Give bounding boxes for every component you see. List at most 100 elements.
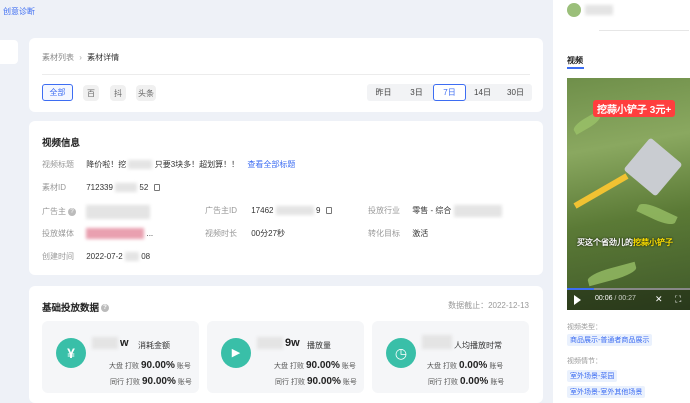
metric-market-row: 大盘 打败 0.00% 账号 bbox=[427, 360, 504, 371]
breadcrumb-parent[interactable]: 素材列表 bbox=[42, 53, 74, 62]
baidu-platform-icon[interactable]: 百 bbox=[83, 85, 99, 101]
material-id-row: 素材ID 712339 52 bbox=[42, 182, 160, 193]
view-all-titles-link[interactable]: 查看全部标题 bbox=[247, 160, 295, 169]
target-label: 转化目标 bbox=[368, 229, 400, 238]
industry-label: 投放行业 bbox=[368, 206, 400, 216]
tab-video[interactable]: 视频 bbox=[567, 55, 583, 66]
advertiser-label: 广告主? bbox=[42, 206, 84, 217]
video-title-label: 视频标题 bbox=[42, 160, 74, 169]
metric-label: 播放量 bbox=[307, 341, 331, 350]
leaf-decoration bbox=[586, 261, 638, 287]
redacted-block bbox=[275, 206, 314, 216]
created-value-b: 08 bbox=[141, 252, 151, 261]
redacted-username bbox=[585, 5, 613, 15]
creative-diagnosis-link[interactable]: 创意诊断 bbox=[3, 6, 35, 17]
metric-peer-row: 同行 打败 90.00% 账号 bbox=[275, 376, 357, 387]
metric-label: 人均播放时常 bbox=[454, 341, 502, 350]
redacted-block bbox=[453, 205, 502, 217]
copy-icon[interactable] bbox=[325, 207, 332, 215]
date-range-selector: 昨日 3日 7日 14日 30日 bbox=[367, 84, 532, 101]
advertiser-row: 广告主? bbox=[42, 205, 151, 219]
metric-plays: ▶ 9w 播放量 大盘 打败 90.00% 账号 同行 打败 90.00% 账号 bbox=[207, 321, 364, 393]
video-info-title: 视频信息 bbox=[42, 138, 81, 149]
copy-icon[interactable] bbox=[153, 184, 160, 192]
breadcrumb: 素材列表 › 素材详情 bbox=[42, 52, 119, 63]
metric-peer-row: 同行 打败 0.00% 账号 bbox=[428, 376, 505, 387]
video-progress-fill bbox=[567, 288, 595, 290]
left-collapsed-panel bbox=[0, 40, 18, 64]
metric-value: 9w bbox=[285, 337, 300, 349]
leaf-decoration bbox=[636, 200, 678, 228]
platform-filter-all[interactable]: 全部 bbox=[42, 84, 73, 101]
video-preview-panel: 视频 挖蒜小铲子 3元+ 买这个省劲儿的挖蒜小铲子 00:06 / 00:27 … bbox=[553, 0, 690, 403]
industry-value: 零售 - 综合 bbox=[412, 206, 452, 216]
volume-icon[interactable]: ✕ bbox=[655, 294, 663, 305]
media-label: 投放媒体 bbox=[42, 229, 74, 238]
video-progress-bar[interactable] bbox=[567, 288, 690, 290]
duration-label: 视频时长 bbox=[205, 229, 237, 238]
material-id-value-a: 712339 bbox=[86, 183, 113, 192]
created-label: 创建时间 bbox=[42, 252, 74, 261]
video-title-value-a: 降价啦！挖 bbox=[86, 160, 127, 169]
metric-peer-row: 同行 打败 90.00% 账号 bbox=[110, 376, 192, 387]
breadcrumb-current: 素材详情 bbox=[87, 53, 120, 62]
video-subtitle: 买这个省劲儿的挖蒜小铲子 bbox=[577, 238, 673, 247]
material-id-label: 素材ID bbox=[42, 183, 66, 192]
metric-label: 消耗金额 bbox=[138, 341, 170, 350]
advertiser-id-value-b: 9 bbox=[315, 206, 321, 215]
range-7d[interactable]: 7日 bbox=[433, 84, 466, 101]
media-row: 投放媒体 ... bbox=[42, 228, 153, 240]
range-30d[interactable]: 30日 bbox=[499, 84, 532, 101]
redacted-block bbox=[257, 337, 283, 349]
toutiao-platform-icon[interactable]: 头条 bbox=[136, 85, 156, 101]
douyin-platform-icon[interactable]: 抖 bbox=[110, 85, 126, 101]
video-time: 00:06 / 00:27 bbox=[595, 295, 636, 302]
video-plot-tag[interactable]: 室外场景-室外其他场景 bbox=[567, 386, 646, 398]
redacted-block bbox=[128, 160, 153, 170]
help-icon[interactable]: ? bbox=[68, 208, 76, 216]
play-icon[interactable] bbox=[574, 295, 581, 305]
data-deadline: 数据截止：2022-12-13 bbox=[448, 301, 529, 310]
metric-value: w bbox=[120, 337, 129, 349]
video-overlay-title: 挖蒜小铲子 3元+ bbox=[593, 100, 676, 117]
fullscreen-icon[interactable]: ⛶ bbox=[675, 294, 681, 305]
metric-market-row: 大盘 打败 90.00% 账号 bbox=[274, 360, 356, 371]
metric-market-row: 大盘 打败 90.00% 账号 bbox=[109, 360, 191, 371]
redacted-block bbox=[124, 252, 139, 262]
breadcrumb-separator: › bbox=[79, 53, 82, 62]
video-type-label: 视频类型： bbox=[567, 324, 602, 331]
range-yesterday[interactable]: 昨日 bbox=[367, 84, 400, 101]
range-3d[interactable]: 3日 bbox=[400, 84, 433, 101]
media-more[interactable]: ... bbox=[146, 229, 153, 238]
video-title-value-b: 只要3块多！超划算！！ bbox=[154, 160, 240, 169]
avatar[interactable] bbox=[567, 3, 581, 17]
target-row: 转化目标 激活 bbox=[368, 228, 428, 239]
redacted-block bbox=[86, 205, 151, 219]
metric-cost: ¥ w 消耗金额 大盘 打败 90.00% 账号 同行 打败 90.00% 账号 bbox=[42, 321, 199, 393]
base-data-card: 基础投放数据? 数据截止：2022-12-13 ¥ w 消耗金额 大盘 打败 90… bbox=[29, 286, 543, 403]
help-icon[interactable]: ? bbox=[101, 304, 110, 313]
duration-row: 视频时长 00分27秒 bbox=[205, 228, 285, 239]
video-type-tag[interactable]: 商品展示-普通者商品展示 bbox=[567, 334, 653, 346]
advertiser-id-row: 广告主ID 17462 9 bbox=[205, 205, 332, 216]
advertiser-id-value-a: 17462 bbox=[251, 206, 274, 215]
baidu-icon: 百 bbox=[87, 88, 95, 98]
metric-avg-play-time: ◷ 人均播放时常 大盘 打败 0.00% 账号 同行 打败 0.00% 账号 bbox=[372, 321, 529, 393]
tab-underline bbox=[567, 67, 584, 69]
created-value-a: 2022-07-2 bbox=[86, 252, 123, 261]
advertiser-id-label: 广告主ID bbox=[205, 206, 237, 215]
video-plot-tag[interactable]: 室外场景-菜园 bbox=[567, 370, 618, 382]
filter-card: 素材列表 › 素材详情 全部 百 抖 头条 昨日 3日 7日 14日 30日 bbox=[29, 38, 543, 112]
video-plot-label: 视频情节： bbox=[567, 358, 602, 365]
material-id-value-b: 52 bbox=[139, 183, 149, 192]
media-icons-redacted bbox=[86, 228, 145, 240]
redacted-block bbox=[92, 337, 118, 349]
range-14d[interactable]: 14日 bbox=[466, 84, 499, 101]
base-data-title: 基础投放数据? bbox=[42, 300, 110, 314]
yen-icon: ¥ bbox=[56, 338, 86, 368]
video-info-card: 视频信息 视频标题 降价啦！挖 只要3块多！超划算！！ 查看全部标题 素材ID … bbox=[29, 121, 543, 275]
video-player[interactable]: 挖蒜小铲子 3元+ 买这个省劲儿的挖蒜小铲子 00:06 / 00:27 ✕ ⛶ bbox=[567, 78, 690, 310]
created-row: 创建时间 2022-07-2 08 bbox=[42, 251, 150, 262]
video-controls: 00:06 / 00:27 ✕ ⛶ bbox=[567, 288, 690, 310]
douyin-icon: 抖 bbox=[114, 88, 122, 98]
